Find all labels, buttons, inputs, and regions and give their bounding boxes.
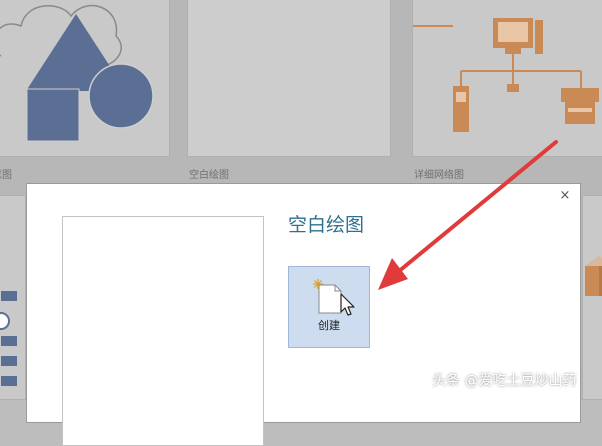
network-diagram-icon [413, 18, 599, 132]
watermark-text: 头条 @爱吃土豆炒山药 [432, 373, 577, 389]
template-tile-network[interactable] [412, 0, 602, 157]
mouse-cursor-icon [340, 293, 355, 316]
partial-template-icon [0, 291, 17, 386]
template-tile-basic[interactable] [0, 0, 170, 157]
template-label-blank: 空白绘图 [189, 170, 229, 181]
create-label: 创建 [318, 319, 340, 332]
template-tile-lower-right[interactable] [582, 195, 602, 400]
template-tile-blank[interactable] [187, 0, 391, 157]
basic-shapes-icon [0, 5, 154, 142]
partial-template-icon [585, 256, 602, 296]
template-tile-lower-left[interactable] [0, 195, 26, 400]
close-button[interactable]: × [558, 189, 572, 203]
template-preview [62, 216, 264, 446]
dialog-title: 空白绘图 [288, 214, 365, 236]
template-label-network: 详细网络图 [414, 170, 464, 181]
create-button[interactable]: 创建 [288, 266, 370, 348]
template-label-basic: 基本框图 [0, 170, 12, 181]
